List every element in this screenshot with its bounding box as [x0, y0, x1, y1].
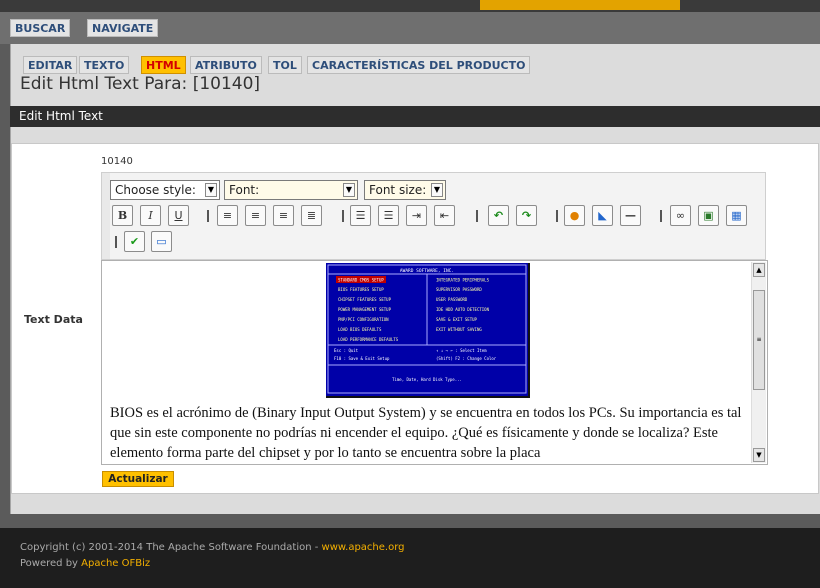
font-size-select-label: Font size: — [369, 183, 427, 197]
font-size-select[interactable]: Font size: ▼ — [364, 180, 446, 200]
footer: Copyright (c) 2001-2014 The Apache Softw… — [0, 528, 820, 588]
bold-button[interactable]: B — [112, 205, 133, 226]
tab-html[interactable]: HTML — [141, 56, 186, 74]
bios-key-hint: Esc : Quit — [334, 348, 359, 353]
ordered-list-button[interactable]: ☰ — [350, 205, 371, 226]
bios-key-hint: ↑ ↓ → ← : Select Item — [436, 348, 487, 353]
undo-button[interactable]: ↶ — [488, 205, 509, 226]
bios-left-item: CHIPSET FEATURES SETUP — [338, 297, 392, 302]
tab-caracteristicas[interactable]: CARACTERÍSTICAS DEL PRODUCTO — [307, 56, 531, 74]
top-strip — [0, 0, 820, 12]
editor-scrollbar[interactable]: ▲ ≡ ▼ — [751, 262, 766, 463]
content-id: 10140 — [101, 156, 133, 167]
apache-link[interactable]: www.apache.org — [322, 542, 405, 553]
section-header: Edit Html Text — [10, 106, 820, 127]
unordered-list-button[interactable]: ☰ — [378, 205, 399, 226]
top-nav: BUSCAR NAVIGATE — [0, 12, 820, 44]
source-view-icon[interactable]: ▭ — [151, 231, 172, 252]
scroll-thumb[interactable]: ≡ — [753, 290, 765, 390]
copyright-text: Copyright (c) 2001-2014 The Apache Softw… — [20, 542, 322, 553]
toolbar-separator — [660, 210, 662, 222]
toolbar-separator — [342, 210, 344, 222]
tab-bar: EDITAR TEXTO HTML ATRIBUTO TOL CARACTERÍ… — [10, 52, 820, 76]
copyright-line: Copyright (c) 2001-2014 The Apache Softw… — [20, 542, 404, 553]
buscar-button[interactable]: BUSCAR — [10, 19, 71, 37]
align-justify-button[interactable]: ≣ — [301, 205, 322, 226]
image-icon[interactable]: ▣ — [698, 205, 719, 226]
toolbar-separator — [476, 210, 478, 222]
table-icon[interactable]: ▦ — [726, 205, 747, 226]
checkmark-icon[interactable]: ✔ — [124, 231, 145, 252]
bios-key-hint: F10 : Save & Exit Setup — [334, 356, 390, 361]
link-icon[interactable]: ∞ — [670, 205, 691, 226]
editor-text: BIOS es el acrónimo de (Binary Input Out… — [110, 405, 742, 461]
bios-screenshot-image: AWARD SOFTWARE, INC. STANDARD CMOS SETUP… — [326, 263, 530, 398]
align-right-button[interactable]: ≡ — [273, 205, 294, 226]
horizontal-rule-button[interactable]: — — [620, 205, 641, 226]
html-editor[interactable]: AWARD SOFTWARE, INC. STANDARD CMOS SETUP… — [101, 260, 768, 465]
bios-header: AWARD SOFTWARE, INC. — [400, 268, 454, 274]
paint-bucket-icon[interactable]: ◣ — [592, 205, 613, 226]
tab-tol[interactable]: TOL — [268, 56, 302, 74]
powered-by-line: Powered by Apache OFBiz — [20, 558, 150, 569]
tab-atributo[interactable]: ATRIBUTO — [190, 56, 262, 74]
text-data-label: Text Data — [24, 313, 83, 326]
toolbar-handle — [102, 173, 110, 259]
toolbar-separator — [556, 210, 558, 222]
scroll-up-icon[interactable]: ▲ — [753, 263, 765, 277]
style-select[interactable]: Choose style: ▼ — [110, 180, 220, 200]
align-left-button[interactable]: ≡ — [217, 205, 238, 226]
chevron-down-icon: ▼ — [431, 183, 443, 197]
bios-left-item: POWER MANAGEMENT SETUP — [338, 307, 392, 312]
bios-screen-svg: AWARD SOFTWARE, INC. STANDARD CMOS SETUP… — [327, 264, 527, 394]
redo-button[interactable]: ↷ — [516, 205, 537, 226]
bios-key-hint: (Shift) F2 : Change Color — [436, 356, 497, 361]
update-button[interactable]: Actualizar — [102, 471, 174, 487]
bios-left-item: BIOS FEATURES SETUP — [338, 287, 384, 292]
editor-toolbar: Choose style: ▼ Font: ▼ Font size: ▼ B I… — [101, 172, 766, 260]
bios-left-item: LOAD PERFORMANCE DEFAULTS — [338, 337, 399, 342]
toolbar-separator — [207, 210, 209, 222]
top-highlight — [480, 0, 680, 10]
outdent-button[interactable]: ⇤ — [434, 205, 455, 226]
bios-right-item: IDE HDD AUTO DETECTION — [436, 307, 490, 312]
bios-right-item: SUPERVISOR PASSWORD — [436, 287, 482, 292]
color-icon[interactable]: ● — [564, 205, 585, 226]
chevron-down-icon: ▼ — [205, 183, 217, 197]
underline-button[interactable]: U — [168, 205, 189, 226]
indent-button[interactable]: ⇥ — [406, 205, 427, 226]
page-title: Edit Html Text Para: [10140] — [20, 74, 261, 94]
bios-right-item: EXIT WITHOUT SAVING — [436, 327, 482, 332]
chevron-down-icon: ▼ — [343, 183, 355, 197]
bios-left-item: STANDARD CMOS SETUP — [338, 278, 384, 283]
scroll-down-icon[interactable]: ▼ — [753, 448, 765, 462]
font-select-label: Font: — [229, 183, 260, 197]
tab-texto[interactable]: TEXTO — [79, 56, 130, 74]
italic-button[interactable]: I — [140, 205, 161, 226]
bios-left-item: LOAD BIOS DEFAULTS — [338, 327, 382, 332]
powered-text: Powered by — [20, 558, 82, 569]
bios-status-text: Time, Date, Hard Disk Type... — [392, 377, 462, 382]
tab-editar[interactable]: EDITAR — [23, 56, 78, 74]
bios-right-item: USER PASSWORD — [436, 297, 468, 302]
ofbiz-link[interactable]: Apache OFBiz — [81, 558, 150, 569]
toolbar-separator — [115, 236, 117, 248]
bios-right-item: INTEGRATED PERIPHERALS — [436, 278, 490, 283]
font-select[interactable]: Font: ▼ — [224, 180, 358, 200]
bios-left-item: PNP/PCI CONFIGURATION — [338, 317, 389, 322]
align-center-button[interactable]: ≡ — [245, 205, 266, 226]
bios-right-item: SAVE & EXIT SETUP — [436, 317, 478, 322]
navigate-button[interactable]: NAVIGATE — [87, 19, 159, 37]
style-select-label: Choose style: — [115, 183, 196, 197]
